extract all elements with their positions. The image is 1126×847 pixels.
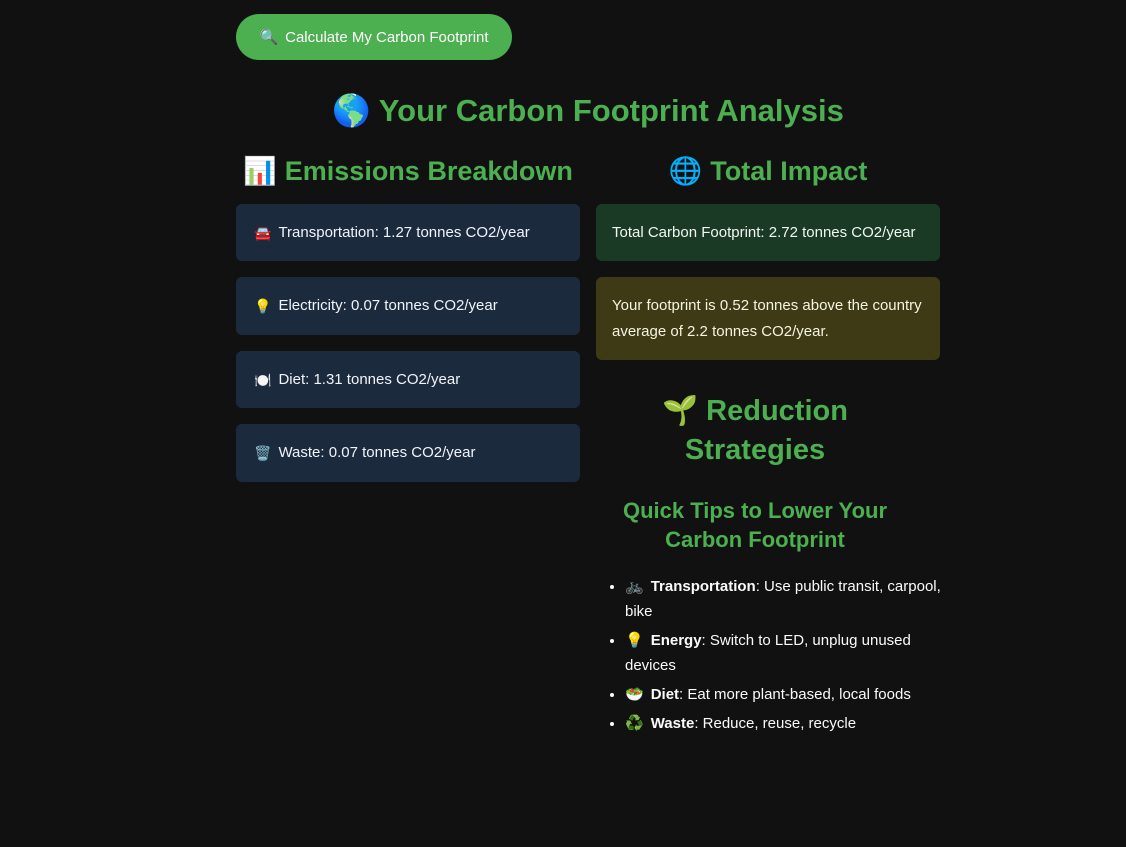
tip-text: : Reduce, reuse, recycle [694,715,857,732]
calculate-button-label: Calculate My Carbon Footprint [285,28,489,46]
tip-text: : Eat more plant-based, local foods [679,686,911,703]
tips-list: 🚲Transportation: Use public transit, car… [596,574,944,740]
tip-label: Waste [650,715,695,732]
transportation-emission-text: Transportation: 1.27 tonnes CO2/year [278,223,530,241]
bar-chart-icon: 📊 [243,156,277,186]
calculate-footprint-button[interactable]: 🔍 Calculate My Carbon Footprint [236,14,512,60]
lightbulb-icon: 💡 [625,632,644,649]
tip-label: Diet [650,686,680,703]
waste-emission-text: Waste: 0.07 tonnes CO2/year [278,444,476,461]
tip-label: Transportation [650,578,756,595]
total-footprint-text: Total Carbon Footprint: 2.72 tonnes CO2/… [612,223,916,241]
tip-transportation: 🚲Transportation: Use public transit, car… [625,574,944,624]
transportation-emission-card: 🚘 Transportation: 1.27 tonnes CO2/year [236,204,580,261]
globe-meridians-icon: 🌐 [668,156,703,186]
page-title: 🌎 Your Carbon Footprint Analysis [236,90,940,132]
emissions-breakdown-heading: 📊 Emissions Breakdown [236,152,580,190]
salad-icon: 🥗 [625,686,644,703]
total-impact-heading: 🌐 Total Impact [596,152,940,190]
total-impact-heading-text: Total Impact [710,156,868,186]
electricity-emission-card: 💡 Electricity: 0.07 tonnes CO2/year [236,277,580,335]
diet-emission-text: Diet: 1.31 tonnes CO2/year [278,370,461,388]
comparison-card: Your footprint is 0.52 tonnes above the … [596,277,940,360]
tip-diet: 🥗 Diet: Eat more plant-based, local foods [625,682,944,707]
electricity-emission-text: Electricity: 0.07 tonnes CO2/year [278,297,498,314]
magnifier-icon: 🔍 [259,29,279,46]
reduction-strategies-heading: 🌱 Reduction Strategies [596,392,914,470]
plate-icon: 🍽️ [254,371,272,388]
recycle-icon: ♻️ [625,715,644,732]
seedling-icon: 🌱 [662,395,699,427]
diet-emission-card: 🍽️ Diet: 1.31 tonnes CO2/year [236,351,580,408]
reduction-strategies-heading-text: Reduction Strategies [684,395,848,466]
comparison-text: Your footprint is 0.52 tonnes above the … [612,296,922,340]
emissions-breakdown-heading-text: Emissions Breakdown [284,156,573,186]
tip-energy: 💡Energy: Switch to LED, unplug unused de… [625,628,944,678]
bicycle-icon: 🚲 [625,578,644,595]
lightbulb-icon: 💡 [254,298,272,314]
quick-tips-heading: Quick Tips to Lower Your Carbon Footprin… [622,498,888,552]
total-footprint-card: Total Carbon Footprint: 2.72 tonnes CO2/… [596,204,940,261]
tip-waste: ♻️ Waste: Reduce, reuse, recycle [625,711,944,736]
app-page: 🔍 Calculate My Carbon Footprint 🌎 Your Ca… [0,0,1126,847]
car-icon: 🚘 [254,224,272,241]
page-title-text: Your Carbon Footprint Analysis [378,93,844,128]
waste-emission-card: 🗑️ Waste: 0.07 tonnes CO2/year [236,424,580,482]
globe-americas-icon: 🌎 [332,93,371,128]
tip-label: Energy [650,632,702,649]
trash-icon: 🗑️ [254,445,272,461]
